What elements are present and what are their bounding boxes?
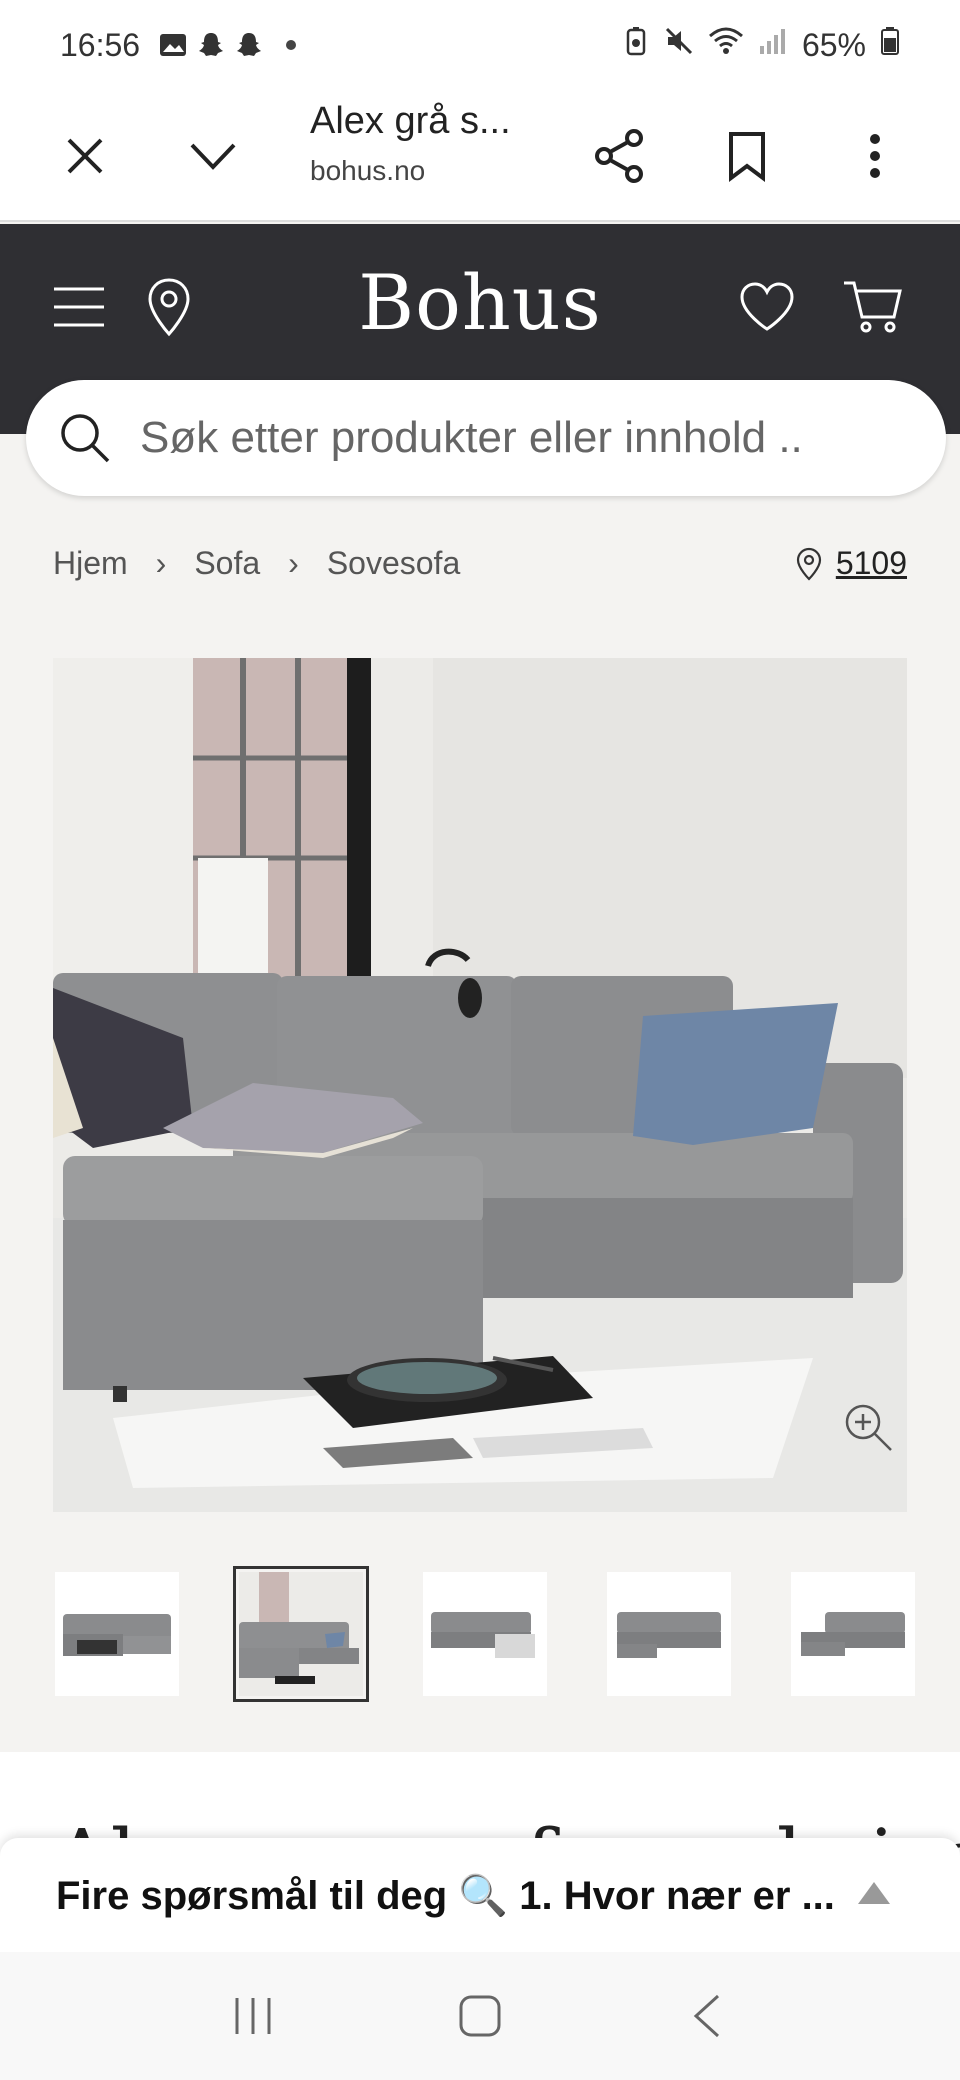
heart-icon xyxy=(740,282,794,331)
bookmark-icon xyxy=(729,132,765,182)
page-domain: bohus.no xyxy=(310,155,426,186)
breadcrumb-home[interactable]: Hjem xyxy=(53,545,128,582)
thumbnail-4[interactable] xyxy=(607,1572,731,1696)
cart-button[interactable] xyxy=(838,272,908,342)
gallery-icon xyxy=(158,30,188,60)
product-main-image[interactable] xyxy=(53,658,907,1512)
battery-text: 65% xyxy=(801,26,866,63)
search-placeholder: Søk etter produkter eller innhold .. xyxy=(140,413,803,462)
chat-prompt-text: Fire spørsmål til deg 🔍 1. Hvor nær er .… xyxy=(56,1873,835,1918)
thumbnail-1[interactable] xyxy=(55,1572,179,1696)
breadcrumb-sovesofa[interactable]: Sovesofa xyxy=(327,545,460,582)
recent-apps-icon xyxy=(235,1998,271,2034)
snapchat-icon xyxy=(234,30,264,60)
more-notifications-icon xyxy=(286,40,297,50)
chevron-down-icon xyxy=(190,143,236,170)
wifi-icon xyxy=(708,26,744,64)
page-title: Alex grå s... xyxy=(310,100,511,142)
share-button[interactable] xyxy=(565,90,675,222)
recent-apps-button[interactable] xyxy=(213,1976,293,2056)
breadcrumb-separator: › xyxy=(155,545,167,581)
breadcrumb-separator: › xyxy=(288,545,299,581)
minimize-button[interactable] xyxy=(158,90,268,222)
zoom-in-button[interactable] xyxy=(841,1400,897,1456)
battery-icon xyxy=(880,26,900,64)
sofa-photo xyxy=(53,658,907,1512)
mute-icon xyxy=(664,26,694,64)
share-icon xyxy=(595,129,643,183)
search-icon xyxy=(61,414,110,463)
more-vertical-icon xyxy=(870,134,880,178)
thumbnail-strip xyxy=(55,1566,915,1702)
thumbnail-3[interactable] xyxy=(423,1572,547,1696)
home-button[interactable] xyxy=(440,1976,520,2056)
thumbnail-2[interactable] xyxy=(233,1566,369,1702)
selected-store-link[interactable]: 5109 xyxy=(796,545,907,582)
breadcrumb: Hjem › Sofa › Sovesofa xyxy=(53,545,460,582)
more-options-button[interactable] xyxy=(820,90,930,222)
page-title-block[interactable]: Alex grå s... bohus.no xyxy=(310,100,511,187)
search-input[interactable]: Søk etter produkter eller innhold .. xyxy=(26,380,946,496)
back-arrow-icon xyxy=(693,1994,719,2038)
zoom-in-icon xyxy=(845,1404,892,1451)
close-icon xyxy=(67,138,103,174)
favorites-button[interactable] xyxy=(732,272,802,342)
location-pin-icon xyxy=(796,547,821,581)
system-icons: 65% xyxy=(622,26,900,64)
system-navigation-bar xyxy=(0,1952,960,2080)
battery-saver-icon xyxy=(622,26,650,64)
breadcrumb-sofa[interactable]: Sofa xyxy=(194,545,260,582)
store-code: 5109 xyxy=(835,545,907,581)
status-time: 16:56 xyxy=(60,26,141,63)
site-logo[interactable]: Bohus xyxy=(0,258,960,347)
shopping-cart-icon xyxy=(844,281,902,333)
back-button[interactable] xyxy=(667,1976,747,2056)
snapchat-icon xyxy=(196,30,226,60)
thumbnail-5[interactable] xyxy=(791,1572,915,1696)
status-bar: 16:56 65% xyxy=(0,0,960,90)
expand-up-icon[interactable] xyxy=(858,1882,890,1904)
notification-icons xyxy=(158,30,297,60)
bookmark-button[interactable] xyxy=(692,90,802,222)
browser-toolbar: Alex grå s... bohus.no xyxy=(0,90,960,222)
close-tab-button[interactable] xyxy=(30,90,140,222)
signal-icon xyxy=(758,26,788,64)
home-icon xyxy=(459,1995,501,2037)
chat-prompt-bar[interactable]: Fire spørsmål til deg 🔍 1. Hvor nær er .… xyxy=(0,1838,960,1952)
